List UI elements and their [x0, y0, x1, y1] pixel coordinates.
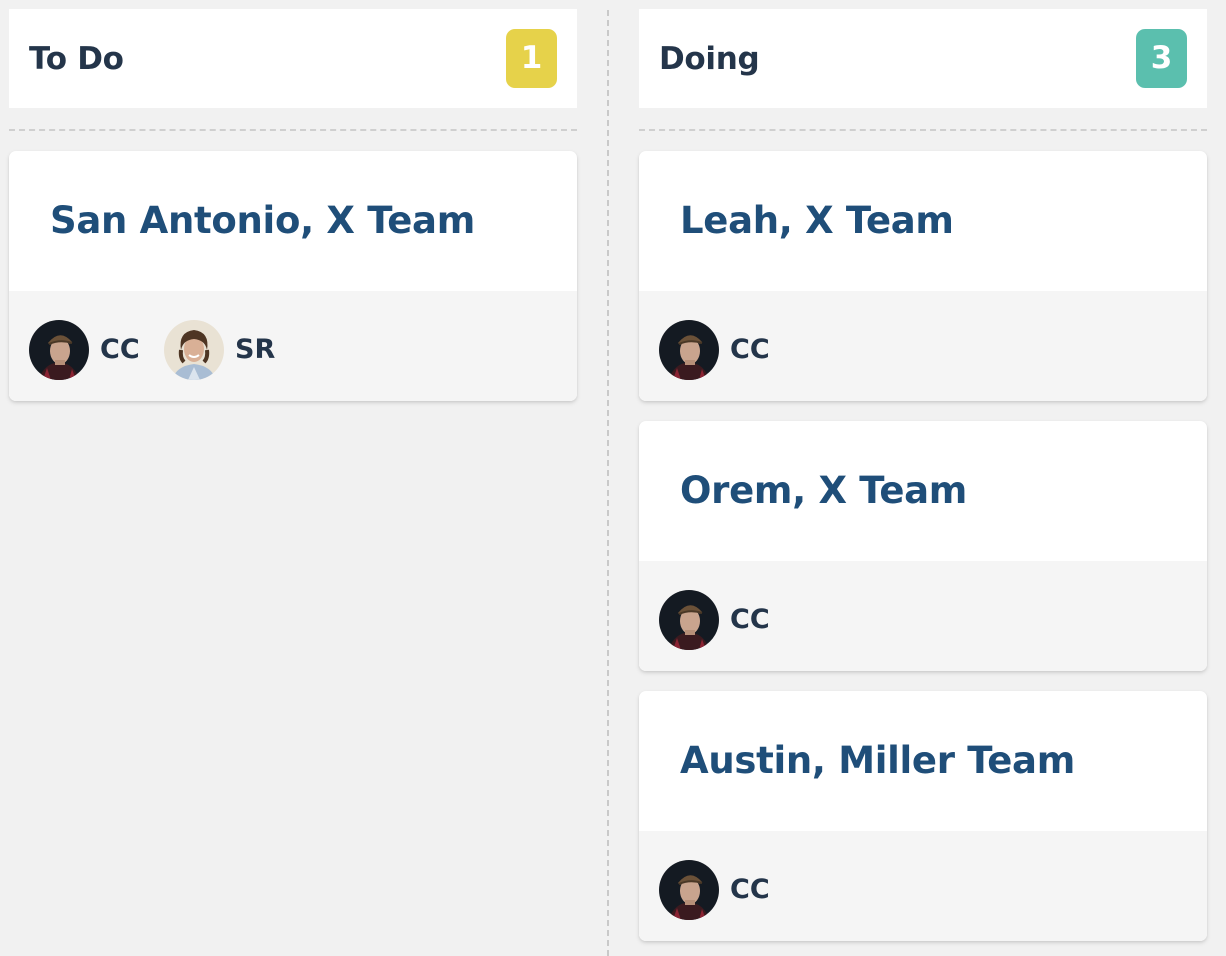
- avatar-cc: [29, 320, 89, 380]
- column-title: To Do: [29, 41, 124, 77]
- avatar-cc: [659, 320, 719, 380]
- card-footer: CC: [639, 831, 1207, 941]
- assignee[interactable]: CC: [29, 320, 140, 380]
- column-divider: [607, 10, 609, 956]
- column-header: To Do 1: [9, 9, 577, 108]
- task-card[interactable]: Austin, Miller Team CC: [639, 691, 1207, 941]
- task-card[interactable]: San Antonio, X Team CC SR: [9, 151, 577, 401]
- column-title: Doing: [659, 41, 760, 77]
- avatar-cc: [659, 860, 719, 920]
- card-title: Leah, X Team: [680, 199, 954, 242]
- header-separator: [639, 129, 1207, 131]
- card-footer: CC: [639, 291, 1207, 401]
- column-header: Doing 3: [639, 9, 1207, 108]
- assignee[interactable]: CC: [659, 860, 770, 920]
- assignee-initials: SR: [235, 334, 276, 365]
- card-footer: CC: [639, 561, 1207, 671]
- assignee-initials: CC: [730, 874, 770, 905]
- kanban-board: To Do 1 San Antonio, X Team CC SR Doing …: [0, 0, 1226, 956]
- card-title: Austin, Miller Team: [680, 739, 1075, 782]
- assignee[interactable]: CC: [659, 320, 770, 380]
- assignee-initials: CC: [100, 334, 140, 365]
- assignee-initials: CC: [730, 334, 770, 365]
- avatar-cc: [659, 590, 719, 650]
- count-badge: 1: [506, 29, 557, 88]
- assignee[interactable]: CC: [659, 590, 770, 650]
- card-footer: CC SR: [9, 291, 577, 401]
- task-card[interactable]: Orem, X Team CC: [639, 421, 1207, 671]
- card-title: Orem, X Team: [680, 469, 968, 512]
- card-title: San Antonio, X Team: [50, 199, 475, 242]
- assignee-initials: CC: [730, 604, 770, 635]
- count-badge: 3: [1136, 29, 1187, 88]
- assignee[interactable]: SR: [164, 320, 275, 380]
- avatar-sr: [164, 320, 224, 380]
- task-card[interactable]: Leah, X Team CC: [639, 151, 1207, 401]
- header-separator: [9, 129, 577, 131]
